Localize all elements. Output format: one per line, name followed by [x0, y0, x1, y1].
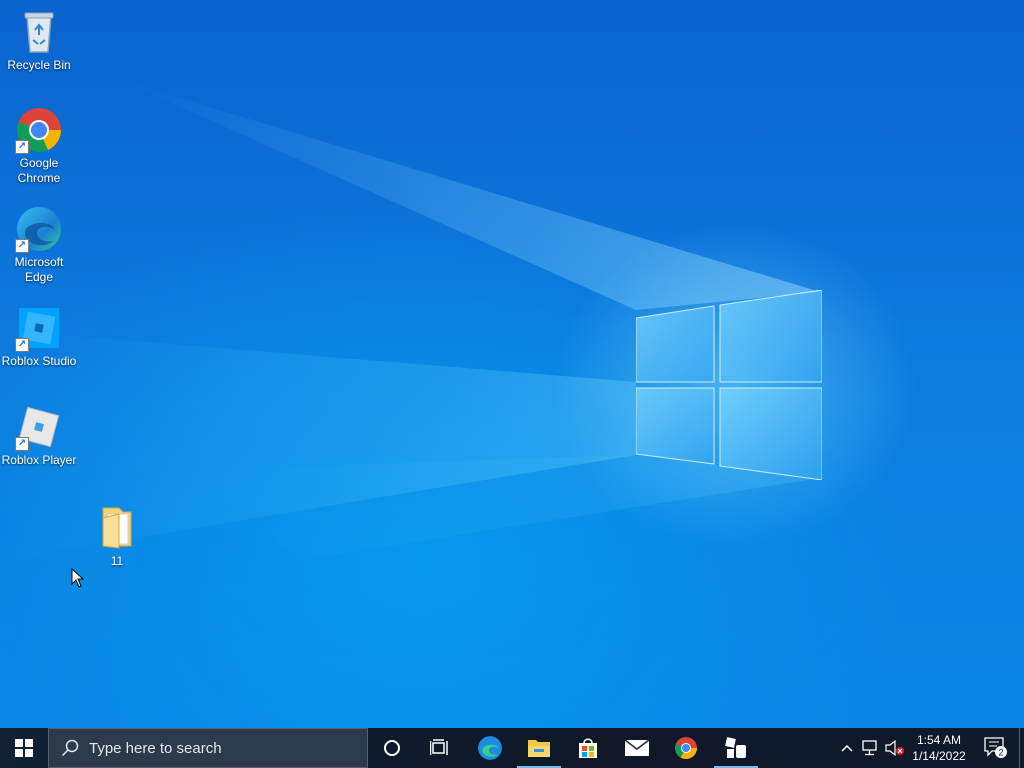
volume-button[interactable]: [884, 728, 906, 768]
desktop-icon-label: Roblox Player: [1, 453, 77, 467]
taskbar: Type here to search 1:54 AM 1/14/2022 2: [0, 728, 1024, 768]
cortana-icon: [384, 740, 400, 756]
edge-icon: [478, 736, 502, 760]
folder-icon: [93, 504, 141, 552]
taskbar-search-box[interactable]: Type here to search: [48, 728, 368, 768]
desktop-icon-microsoft-edge[interactable]: ↗ Microsoft Edge: [0, 205, 78, 285]
windows-start-icon: [15, 739, 33, 757]
desktop-icon-label: Google Chrome: [17, 156, 61, 185]
desktop-icon-label: 11: [110, 554, 124, 568]
taskbar-app-microsoft-store[interactable]: [564, 728, 612, 768]
shortcut-arrow-icon: ↗: [15, 437, 29, 451]
shortcut-arrow-icon: ↗: [15, 239, 29, 253]
network-button[interactable]: [860, 728, 882, 768]
chrome-icon: ↗: [15, 106, 63, 154]
desktop-icon-label: Roblox Studio: [1, 354, 77, 368]
edge-icon: ↗: [15, 205, 63, 253]
mail-icon: [625, 739, 649, 756]
desktop-icon-roblox-player[interactable]: ↗ Roblox Player: [0, 403, 78, 468]
wallpaper-light-beams: [0, 80, 820, 560]
taskbar-app-mail[interactable]: [613, 728, 661, 768]
search-icon: [61, 739, 79, 757]
taskbar-clock[interactable]: 1:54 AM 1/14/2022: [906, 728, 972, 768]
desktop-icon-google-chrome[interactable]: ↗ Google Chrome: [0, 106, 78, 186]
task-view-button[interactable]: [416, 728, 464, 768]
show-desktop-button[interactable]: [1019, 728, 1024, 768]
taskbar-app-edge[interactable]: [466, 728, 514, 768]
store-icon: [579, 738, 597, 758]
network-icon: [862, 740, 877, 756]
desktop-icon-label: Microsoft Edge: [14, 255, 64, 284]
task-view-icon: [430, 739, 448, 755]
recycle-bin-icon: [15, 8, 63, 56]
action-center-button[interactable]: 2: [980, 728, 1012, 768]
volume-muted-icon: [885, 740, 904, 756]
chrome-icon: [675, 737, 697, 759]
mouse-cursor-icon: [71, 568, 84, 588]
desktop[interactable]: Recycle Bin ↗ Google Chrome ↗ Microsoft …: [0, 0, 1024, 728]
taskbar-app-chrome[interactable]: [662, 728, 710, 768]
notification-icon: 2: [984, 737, 1007, 758]
cortana-button[interactable]: [368, 728, 416, 768]
roblox-player-icon: ↗: [15, 403, 63, 451]
show-hidden-icons-button[interactable]: [838, 728, 856, 768]
shortcut-arrow-icon: ↗: [15, 140, 29, 154]
clock-date: 1/14/2022: [912, 749, 966, 763]
roblox-studio-icon: [725, 737, 746, 758]
chevron-up-icon: [841, 744, 853, 752]
desktop-icon-recycle-bin[interactable]: Recycle Bin: [0, 8, 78, 73]
windows-logo-wallpaper: [636, 290, 822, 480]
desktop-icon-label: Recycle Bin: [7, 58, 71, 72]
shortcut-arrow-icon: ↗: [15, 338, 29, 352]
taskbar-app-roblox-studio[interactable]: [712, 728, 760, 768]
start-button[interactable]: [0, 728, 48, 768]
folder-icon: [528, 740, 550, 757]
notification-count: 2: [998, 748, 1003, 758]
roblox-studio-icon: ↗: [15, 304, 63, 352]
desktop-icon-roblox-studio[interactable]: ↗ Roblox Studio: [0, 304, 78, 369]
search-placeholder: Type here to search: [89, 739, 222, 757]
taskbar-app-file-explorer[interactable]: [515, 728, 563, 768]
desktop-icon-folder-11[interactable]: 11: [78, 504, 156, 569]
clock-time: 1:54 AM: [916, 733, 962, 747]
